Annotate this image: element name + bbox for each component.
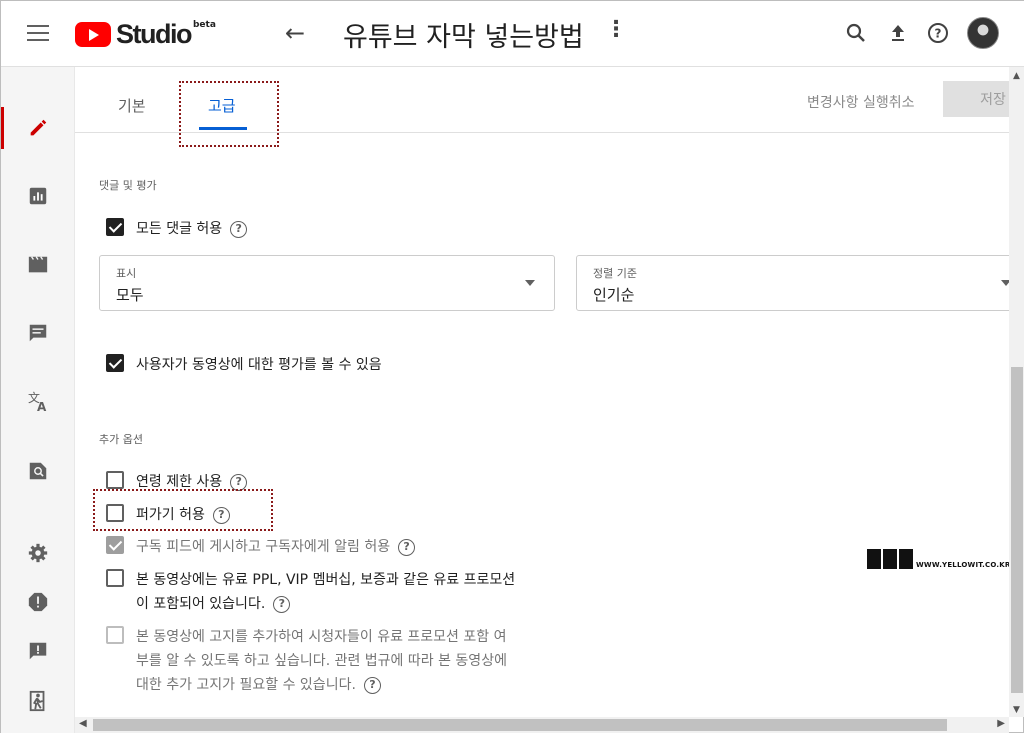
beta-badge: beta [192,19,216,30]
youtube-play-icon [75,22,111,47]
help-icon[interactable]: ? [230,220,248,238]
notify-subscribers-checkbox [106,536,124,554]
studio-logo[interactable]: Studio beta [75,19,216,50]
sidebar-item-details[interactable] [1,105,75,151]
watermark-logo: WWW.YELLOWIT.CO.KR [867,549,1010,569]
scroll-down-icon[interactable]: ▼ [1013,705,1020,715]
paid-notice-label: 본 동영상에 고지를 추가하여 시청자들이 유료 프로모션 포함 여 부를 알 … [136,629,507,694]
allow-all-comments-checkbox[interactable] [106,218,124,236]
dropdown-arrow-icon [525,280,535,286]
paid-promotion-row: 본 동영상에는 유료 PPL, VIP 멤버십, 보증과 같은 유료 프로모션 … [106,568,515,616]
age-restriction-checkbox[interactable] [106,471,124,489]
comments-section-title: 댓글 및 평가 [99,179,157,192]
exit-icon [29,690,45,712]
sidebar-item-analytics[interactable] [1,173,75,219]
details-panel: 기본 고급 변경사항 실행취소 저장 댓글 및 평가 모든 댓글 허용? 표시 … [75,67,1009,717]
help-icon[interactable]: ? [398,538,416,556]
scroll-right-icon[interactable]: ▶ [997,718,1005,729]
help-icon[interactable]: ? [926,21,950,45]
tab-basic[interactable]: 기본 [118,95,146,116]
tabs-bar: 기본 고급 변경사항 실행취소 저장 [75,67,1009,147]
copyright-icon [29,462,47,480]
comment-sort-select[interactable]: 정렬 기준 인기순 [576,255,1009,311]
vertical-scrollbar[interactable]: ▲ ▼ [1009,67,1024,717]
annotation-box-embedding [93,489,273,531]
more-vert-icon[interactable]: ⋮ [605,19,627,41]
back-arrow-icon[interactable]: ← [285,19,305,47]
vertical-scroll-thumb[interactable] [1011,367,1023,693]
paid-notice-checkbox [106,626,124,644]
sort-select-value: 인기순 [593,286,635,304]
video-title: 유튜브 자막 넣는방법 [343,22,584,53]
sort-select-caption: 정렬 기준 [593,267,637,280]
translate-icon: 文A [28,390,47,413]
notify-subscribers-row: 구독 피드에 게시하고 구독자에게 알림 허용? [106,535,416,559]
sidebar-item-exit[interactable] [1,678,75,724]
sidebar-item-report[interactable] [1,579,75,625]
show-ratings-checkbox[interactable] [106,354,124,372]
dropdown-arrow-icon [1001,280,1009,286]
sidebar-item-copyright[interactable] [1,448,75,494]
help-icon[interactable]: ? [273,595,291,613]
more-options-section-title: 추가 옵션 [99,433,143,446]
left-nav-rail: 文A [1,67,75,733]
horizontal-scrollbar[interactable]: ◀ ▶ [75,717,1009,733]
editor-icon [28,256,48,273]
save-button[interactable]: 저장 [943,81,1009,117]
top-bar: Studio beta ← 유튜브 자막 넣는방법 ⋮ ? [1,1,1024,67]
watermark-text: WWW.YELLOWIT.CO.KR [916,561,1011,569]
menu-icon[interactable] [27,25,49,43]
paid-notice-row: 본 동영상에 고지를 추가하여 시청자들이 유료 프로모션 포함 여 부를 알 … [106,625,507,697]
scroll-up-icon[interactable]: ▲ [1013,71,1020,81]
scroll-left-icon[interactable]: ◀ [79,718,87,729]
svg-text:A: A [37,400,47,413]
allow-all-comments-row: 모든 댓글 허용? [106,217,248,241]
display-select-caption: 표시 [116,267,137,280]
show-ratings-label: 사용자가 동영상에 대한 평가를 볼 수 있음 [136,357,382,373]
help-icon[interactable]: ? [230,473,248,491]
analytics-icon [29,187,47,205]
logo-text: Studio [116,19,192,49]
help-icon[interactable]: ? [363,676,381,694]
horizontal-scroll-thumb[interactable] [93,719,947,731]
sidebar-item-comments[interactable] [1,310,75,356]
comment-display-select[interactable]: 표시 모두 [99,255,555,311]
avatar[interactable] [967,17,999,49]
annotation-box-tab [179,81,279,147]
undo-changes-button[interactable]: 변경사항 실행취소 [807,92,915,112]
alert-icon [28,592,48,612]
search-icon[interactable] [844,21,868,45]
feedback-icon [29,642,47,660]
paid-promotion-label: 본 동영상에는 유료 PPL, VIP 멤버십, 보증과 같은 유료 프로모션 … [136,572,516,613]
pencil-icon [30,119,47,136]
sidebar-item-subtitles[interactable]: 文A [1,378,75,424]
app-window: Studio beta ← 유튜브 자막 넣는방법 ⋮ ? 文 A 기본 고급 … [0,0,1024,733]
sidebar-item-editor[interactable] [1,242,75,288]
upload-icon[interactable] [886,21,910,45]
svg-text:?: ? [935,27,942,41]
paid-promotion-checkbox[interactable] [106,569,124,587]
settings-icon [28,543,48,563]
sidebar-item-feedback[interactable] [1,628,75,674]
display-select-value: 모두 [116,286,144,304]
show-ratings-row: 사용자가 동영상에 대한 평가를 볼 수 있음 [106,353,382,377]
sidebar-item-settings[interactable] [1,530,75,576]
allow-all-comments-label: 모든 댓글 허용? [136,217,248,241]
notify-subscribers-label: 구독 피드에 게시하고 구독자에게 알림 허용? [136,535,416,559]
watermark-bars-icon [867,549,913,569]
comments-icon [29,324,47,342]
